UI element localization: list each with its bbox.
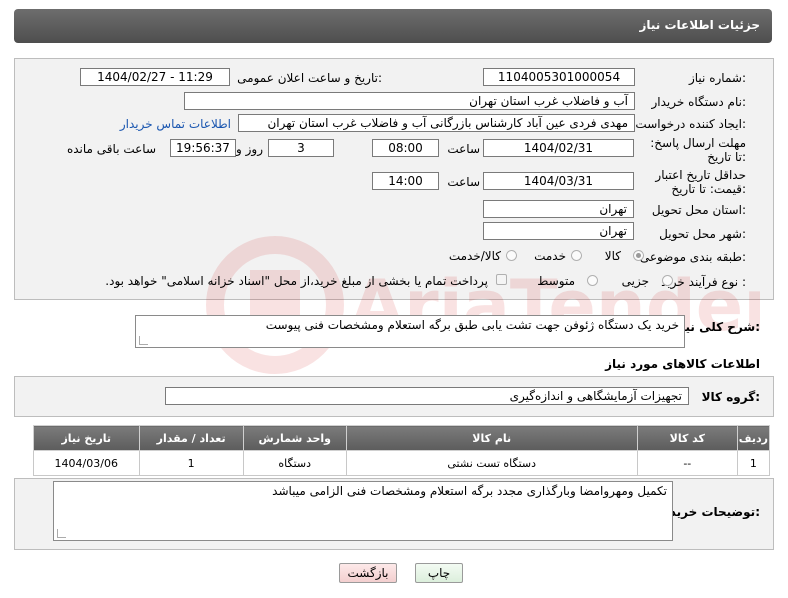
- cell-date: 1404/03/06: [33, 450, 140, 476]
- buyer-notes-label: توضیحات خریدار:: [658, 505, 760, 519]
- goods-table: ردیف کد کالا نام کالا واحد شمارش تعداد /…: [33, 425, 771, 476]
- description-label: شرح کلی نیاز:: [674, 320, 760, 334]
- need-number-label: شماره نیاز:: [688, 71, 746, 85]
- category-both-radio[interactable]: [506, 250, 517, 261]
- description-text: خرید یک دستگاه ژئوفن جهت تشت یابی طبق بر…: [265, 318, 679, 332]
- table-header-row: ردیف کد کالا نام کالا واحد شمارش تعداد /…: [33, 425, 771, 451]
- buyer-notes-text: تکمیل ومهروامضا وبارگذاری مجدد برگه استع…: [272, 484, 667, 498]
- category-service-radio[interactable]: [571, 250, 582, 261]
- cell-row: 1: [736, 450, 771, 476]
- category-label: طبقه بندی موضوعی:: [639, 250, 746, 264]
- purchase-medium-label: متوسط: [537, 274, 575, 288]
- reply-deadline-label: مهلت ارسال پاسخ: تا تاریخ:: [650, 136, 746, 164]
- col-name: نام کالا: [345, 425, 638, 451]
- col-date: تاریخ نیاز: [33, 425, 140, 451]
- back-button[interactable]: بازگشت: [339, 563, 397, 583]
- announce-date-label: تاریخ و ساعت اعلان عمومی:: [237, 71, 382, 85]
- col-row: ردیف: [736, 425, 771, 451]
- category-service-label: خدمت: [534, 249, 566, 263]
- remaining-time-label: ساعت باقی مانده: [66, 142, 156, 156]
- col-code: کد کالا: [636, 425, 738, 451]
- remaining-time-field: 19:56:37: [170, 139, 236, 157]
- goods-group-label: گروه کالا:: [701, 390, 760, 404]
- description-textarea[interactable]: خرید یک دستگاه ژئوفن جهت تشت یابی طبق بر…: [135, 315, 685, 348]
- category-both-label: کالا/خدمت: [448, 249, 501, 263]
- purchase-medium-radio[interactable]: [587, 275, 598, 286]
- purchase-type-label: نوع فرآیند خرید :: [661, 275, 746, 289]
- print-button[interactable]: چاپ: [415, 563, 463, 583]
- purchase-minor-radio[interactable]: [662, 275, 673, 286]
- delivery-province-label: استان محل تحویل:: [651, 203, 746, 217]
- delivery-city-field: تهران: [483, 222, 634, 240]
- price-validity-label: حداقل تاریخ اعتبار قیمت: تا تاریخ:: [655, 168, 746, 196]
- treasury-payment-checkbox[interactable]: [496, 274, 507, 285]
- announce-date-field: 1404/02/27 - 11:29: [80, 68, 230, 86]
- price-validity-date: 1404/03/31: [483, 172, 634, 190]
- buyer-org-field: آب و فاضلاب غرب استان تهران: [184, 92, 635, 110]
- cell-name: دستگاه تست نشتی: [345, 450, 638, 476]
- panel-header: جزئیات اطلاعات نیاز: [14, 9, 772, 43]
- reply-deadline-date: 1404/02/31: [483, 139, 634, 157]
- category-goods-radio[interactable]: [633, 250, 644, 261]
- cell-unit: دستگاه: [242, 450, 347, 476]
- goods-info-title: اطلاعات کالاهای مورد نیاز: [605, 357, 760, 371]
- reply-days-field: 3: [268, 139, 334, 157]
- price-time-label: ساعت: [447, 175, 480, 189]
- treasury-payment-note: پرداخت تمام یا بخشی از مبلغ خرید،از محل …: [105, 274, 488, 288]
- reply-deadline-time: 08:00: [372, 139, 439, 157]
- reply-days-label: روز و: [236, 142, 263, 156]
- col-qty: تعداد / مقدار: [138, 425, 244, 451]
- requester-field: مهدی فردی عین آباد کارشناس بازرگانی آب و…: [238, 114, 635, 132]
- buyer-org-label: نام دستگاه خریدار:: [651, 95, 747, 109]
- reply-time-label: ساعت: [447, 142, 480, 156]
- requester-label: ایجاد کننده درخواست:: [635, 117, 746, 131]
- buyer-notes-textarea[interactable]: تکمیل ومهروامضا وبارگذاری مجدد برگه استع…: [53, 481, 673, 541]
- delivery-province-field: تهران: [483, 200, 634, 218]
- panel-title: جزئیات اطلاعات نیاز: [639, 18, 760, 32]
- purchase-minor-label: جزیی: [621, 274, 649, 288]
- buyer-contact-link[interactable]: اطلاعات تماس خریدار: [120, 117, 231, 131]
- need-number-field: 1104005301000054: [483, 68, 635, 86]
- resize-grip-icon: [139, 336, 148, 345]
- table-row: 1 -- دستگاه تست نشتی دستگاه 1 1404/03/06: [33, 450, 771, 476]
- delivery-city-label: شهر محل تحویل:: [659, 227, 746, 241]
- col-unit: واحد شمارش: [242, 425, 347, 451]
- cell-qty: 1: [138, 450, 244, 476]
- category-goods-label: کالا: [604, 249, 621, 263]
- resize-grip-icon: [57, 529, 66, 538]
- cell-code: --: [636, 450, 738, 476]
- goods-group-field: تجهیزات آزمایشگاهی و اندازه‌گیری: [165, 387, 689, 405]
- price-validity-time: 14:00: [372, 172, 439, 190]
